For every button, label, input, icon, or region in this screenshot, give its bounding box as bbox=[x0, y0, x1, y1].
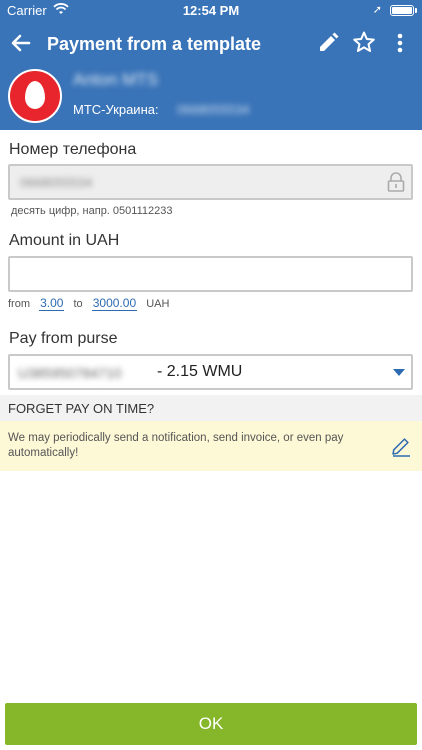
phone-field: 0668055534 bbox=[8, 164, 413, 200]
app-bar: Payment from a template Anton MTS МТС-Ук… bbox=[0, 22, 422, 130]
reminder-heading: FORGET PAY ON TIME? bbox=[8, 401, 155, 416]
amount-input[interactable] bbox=[8, 256, 413, 292]
page-title: Payment from a template bbox=[47, 34, 262, 54]
range-currency: UAH bbox=[146, 298, 170, 310]
battery-tip bbox=[415, 8, 417, 13]
dropdown-arrow-icon[interactable] bbox=[393, 369, 405, 376]
back-arrow-icon[interactable] bbox=[8, 30, 34, 56]
contact-name: Anton MTS bbox=[73, 70, 159, 89]
amount-range: from 3.00 to 3000.00 UAH bbox=[8, 296, 170, 311]
battery-icon bbox=[390, 5, 414, 16]
range-from-label: from bbox=[8, 298, 30, 310]
ok-button[interactable]: OK bbox=[5, 703, 417, 745]
reminder-notice[interactable]: We may periodically send a notification,… bbox=[0, 421, 422, 471]
edit-reminder-icon[interactable] bbox=[390, 435, 412, 457]
clock: 12:54 PM bbox=[182, 3, 240, 18]
purse-select[interactable]: U385950784710 - 2.15 WMU bbox=[8, 354, 413, 390]
operator-logo bbox=[8, 69, 62, 123]
reminder-heading-bar: FORGET PAY ON TIME? bbox=[0, 395, 422, 421]
phone-hint: десять цифр, напр. 0501112233 bbox=[11, 205, 173, 217]
status-bar: Carrier 12:54 PM ➚ bbox=[0, 0, 422, 22]
star-icon[interactable] bbox=[352, 30, 376, 54]
purse-label: Pay from purse bbox=[9, 330, 118, 347]
purse-balance: - 2.15 WMU bbox=[157, 363, 243, 380]
operator-label: МТС-Украина: bbox=[73, 102, 159, 117]
operator-number: 0668055534 bbox=[177, 102, 250, 117]
phone-value: 0668055534 bbox=[20, 175, 93, 190]
reminder-text: We may periodically send a notification,… bbox=[8, 432, 344, 459]
location-icon: ➚ bbox=[372, 4, 382, 16]
range-to-label: to bbox=[73, 298, 83, 310]
lock-icon bbox=[387, 172, 405, 192]
range-max-link[interactable]: 3000.00 bbox=[91, 296, 138, 311]
more-vert-icon[interactable] bbox=[392, 31, 408, 55]
logo-egg-shape bbox=[25, 81, 45, 109]
purse-id: U385950784710 bbox=[18, 365, 122, 381]
range-min-link[interactable]: 3.00 bbox=[39, 296, 65, 311]
pencil-icon[interactable] bbox=[316, 31, 340, 55]
amount-label: Amount in UAH bbox=[9, 232, 120, 249]
phone-label: Номер телефона bbox=[9, 141, 137, 158]
